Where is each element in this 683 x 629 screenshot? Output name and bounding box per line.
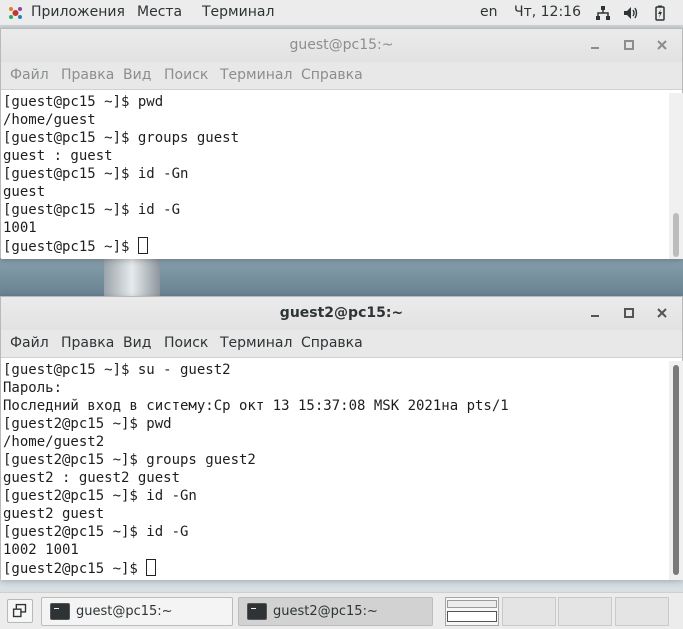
terminal-prompt-line[interactable]: [guest2@pc15 ~]$ xyxy=(1,559,669,577)
terminal-line: 1002 1001 xyxy=(3,542,79,558)
terminal-line: /home/guest2 xyxy=(3,434,105,450)
applications-icon[interactable] xyxy=(8,6,23,20)
keyboard-layout-indicator[interactable]: en xyxy=(480,4,498,20)
window-title[interactable]: guest@pc15:~ xyxy=(1,29,682,62)
terminal-cursor xyxy=(146,559,157,576)
menu-bar: Файл Правка Вид Поиск Терминал Справка xyxy=(1,330,682,358)
terminal-line: guest2 : guest2 guest xyxy=(3,470,181,486)
terminal-line: [guest@pc15 ~]$ id -G xyxy=(3,202,181,218)
network-icon[interactable] xyxy=(595,5,611,21)
menu-edit[interactable]: Правка xyxy=(61,67,114,83)
minimize-icon[interactable] xyxy=(587,305,603,321)
menu-help[interactable]: Справка xyxy=(301,335,363,351)
maximize-icon[interactable] xyxy=(621,37,637,53)
minimize-icon[interactable] xyxy=(587,37,603,53)
workspace-window-thumb xyxy=(447,600,497,608)
applications-menu[interactable]: Приложения xyxy=(31,4,125,20)
terminal-line: 1001 xyxy=(3,220,37,236)
workspace-window-thumb xyxy=(447,611,497,622)
window-title[interactable]: guest2@pc15:~ xyxy=(1,297,682,330)
terminal-line: [guest@pc15 ~]$ su - guest2 xyxy=(3,362,231,378)
terminal-prompt: [guest@pc15 ~]$ xyxy=(3,239,138,255)
show-desktop-icon[interactable] xyxy=(7,599,33,623)
terminal-line: guest2 guest xyxy=(3,506,105,522)
terminal-window-guest2[interactable]: guest2@pc15:~ Файл Правка Вид Поиск Терм… xyxy=(0,296,683,580)
terminal-line: [guest2@pc15 ~]$ groups guest2 xyxy=(3,452,256,468)
workspace-4[interactable] xyxy=(615,597,669,626)
terminal-icon xyxy=(247,603,267,620)
menu-edit[interactable]: Правка xyxy=(61,335,114,351)
scrollbar[interactable] xyxy=(669,361,683,580)
terminal-window-guest[interactable]: guest@pc15:~ Файл Правка Вид Поиск Терми… xyxy=(0,28,683,259)
menu-terminal[interactable]: Терминал xyxy=(220,67,292,83)
terminal-icon xyxy=(50,603,70,620)
menu-search[interactable]: Поиск xyxy=(164,335,208,351)
close-icon[interactable] xyxy=(654,305,670,321)
terminal-line: [guest@pc15 ~]$ groups guest xyxy=(3,130,240,146)
terminal-prompt: [guest2@pc15 ~]$ xyxy=(3,561,147,577)
terminal-line: guest xyxy=(3,184,46,200)
terminal-prompt-line[interactable]: [guest@pc15 ~]$ xyxy=(1,237,669,255)
terminal-line: [guest2@pc15 ~]$ id -G xyxy=(3,524,189,540)
menu-file[interactable]: Файл xyxy=(10,335,49,351)
terminal-output[interactable]: [guest@pc15 ~]$ su - guest2 Пароль: Посл… xyxy=(1,361,669,580)
terminal-app-menu[interactable]: Терминал xyxy=(202,4,274,20)
menu-terminal[interactable]: Терминал xyxy=(220,335,292,351)
taskbar-item-guest-terminal[interactable]: guest@pc15:~ xyxy=(41,597,233,626)
terminal-line: [guest@pc15 ~]$ pwd xyxy=(3,94,164,110)
scrollbar-thumb[interactable] xyxy=(673,213,679,257)
workspace-3[interactable] xyxy=(558,597,612,626)
taskbar-item-label: guest2@pc15:~ xyxy=(273,604,378,619)
menu-view[interactable]: Вид xyxy=(123,67,151,83)
terminal-line: Пароль: xyxy=(3,380,63,396)
terminal-line: guest : guest xyxy=(3,148,113,164)
terminal-line: [guest@pc15 ~]$ id -Gn xyxy=(3,166,189,182)
taskbar-item-guest2-terminal[interactable]: guest2@pc15:~ xyxy=(238,597,433,626)
taskbar-item-label: guest@pc15:~ xyxy=(76,604,173,619)
maximize-icon[interactable] xyxy=(621,305,637,321)
scrollbar[interactable] xyxy=(669,93,683,259)
bottom-taskbar: guest@pc15:~ guest2@pc15:~ xyxy=(0,592,683,629)
terminal-line: /home/guest xyxy=(3,112,96,128)
terminal-cursor xyxy=(137,237,148,254)
places-menu[interactable]: Места xyxy=(137,4,182,20)
desktop-background-detail xyxy=(104,258,160,296)
clock[interactable]: Чт, 12:16 xyxy=(514,4,581,20)
volume-icon[interactable] xyxy=(623,5,639,21)
terminal-line: [guest2@pc15 ~]$ pwd xyxy=(3,416,172,432)
battery-icon[interactable] xyxy=(652,5,668,21)
menu-bar: Файл Правка Вид Поиск Терминал Справка xyxy=(1,62,682,90)
close-icon[interactable] xyxy=(654,37,670,53)
workspace-2[interactable] xyxy=(502,597,556,626)
top-panel: Приложения Места Терминал en Чт, 12:16 xyxy=(0,0,683,26)
menu-view[interactable]: Вид xyxy=(123,335,151,351)
menu-file[interactable]: Файл xyxy=(10,67,49,83)
terminal-output[interactable]: [guest@pc15 ~]$ pwd /home/guest [guest@p… xyxy=(1,93,669,259)
menu-help[interactable]: Справка xyxy=(301,67,363,83)
workspace-1[interactable] xyxy=(445,597,499,626)
scrollbar-thumb[interactable] xyxy=(673,365,679,575)
menu-search[interactable]: Поиск xyxy=(164,67,208,83)
terminal-line: Последний вход в систему:Ср окт 13 15:37… xyxy=(3,398,509,414)
terminal-line: [guest2@pc15 ~]$ id -Gn xyxy=(3,488,197,504)
